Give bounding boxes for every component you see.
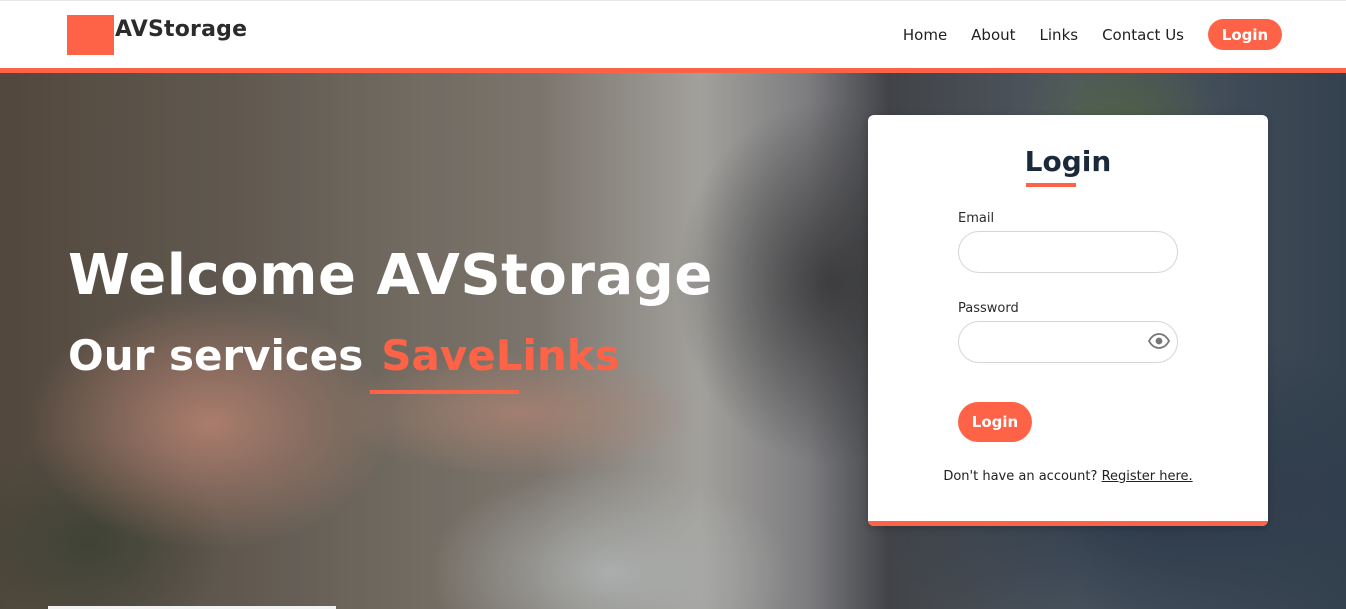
hero-subtitle-prefix: Our services [68,331,364,380]
nav-link-about[interactable]: About [971,26,1015,44]
register-link[interactable]: Register here. [1102,469,1193,484]
login-title-underline [1026,183,1076,187]
nav-link-contact[interactable]: Contact Us [1102,26,1184,44]
login-submit-button[interactable]: Login [958,402,1032,442]
email-label: Email [958,211,995,226]
login-card-accent-bar [868,521,1268,526]
email-field[interactable] [958,231,1178,273]
register-prompt-line: Don't have an account? Register here. [868,469,1268,484]
hero-subtitle-accent: SaveLinks [381,331,620,380]
nav-link-links[interactable]: Links [1040,26,1079,44]
hero-title: Welcome AVStorage [68,243,713,308]
nav-login-button[interactable]: Login [1208,19,1282,50]
nav-link-home[interactable]: Home [903,26,947,44]
brand-name[interactable]: AVStorage [115,17,247,42]
password-field[interactable] [958,321,1178,363]
eye-icon[interactable] [1148,333,1170,349]
logo-mark[interactable] [67,15,114,55]
login-card: Login Email Password Login Don't have an… [868,115,1268,526]
navbar: AVStorage Home About Links Contact Us Lo… [0,0,1346,68]
password-label: Password [958,301,1019,316]
login-card-title: Login [1024,145,1112,178]
hero-accent-underline [370,390,519,394]
nav-links: Home About Links Contact Us Login [903,19,1282,50]
register-prompt-text: Don't have an account? [943,469,1098,484]
hero-subtitle: Our services SaveLinks [68,331,620,380]
